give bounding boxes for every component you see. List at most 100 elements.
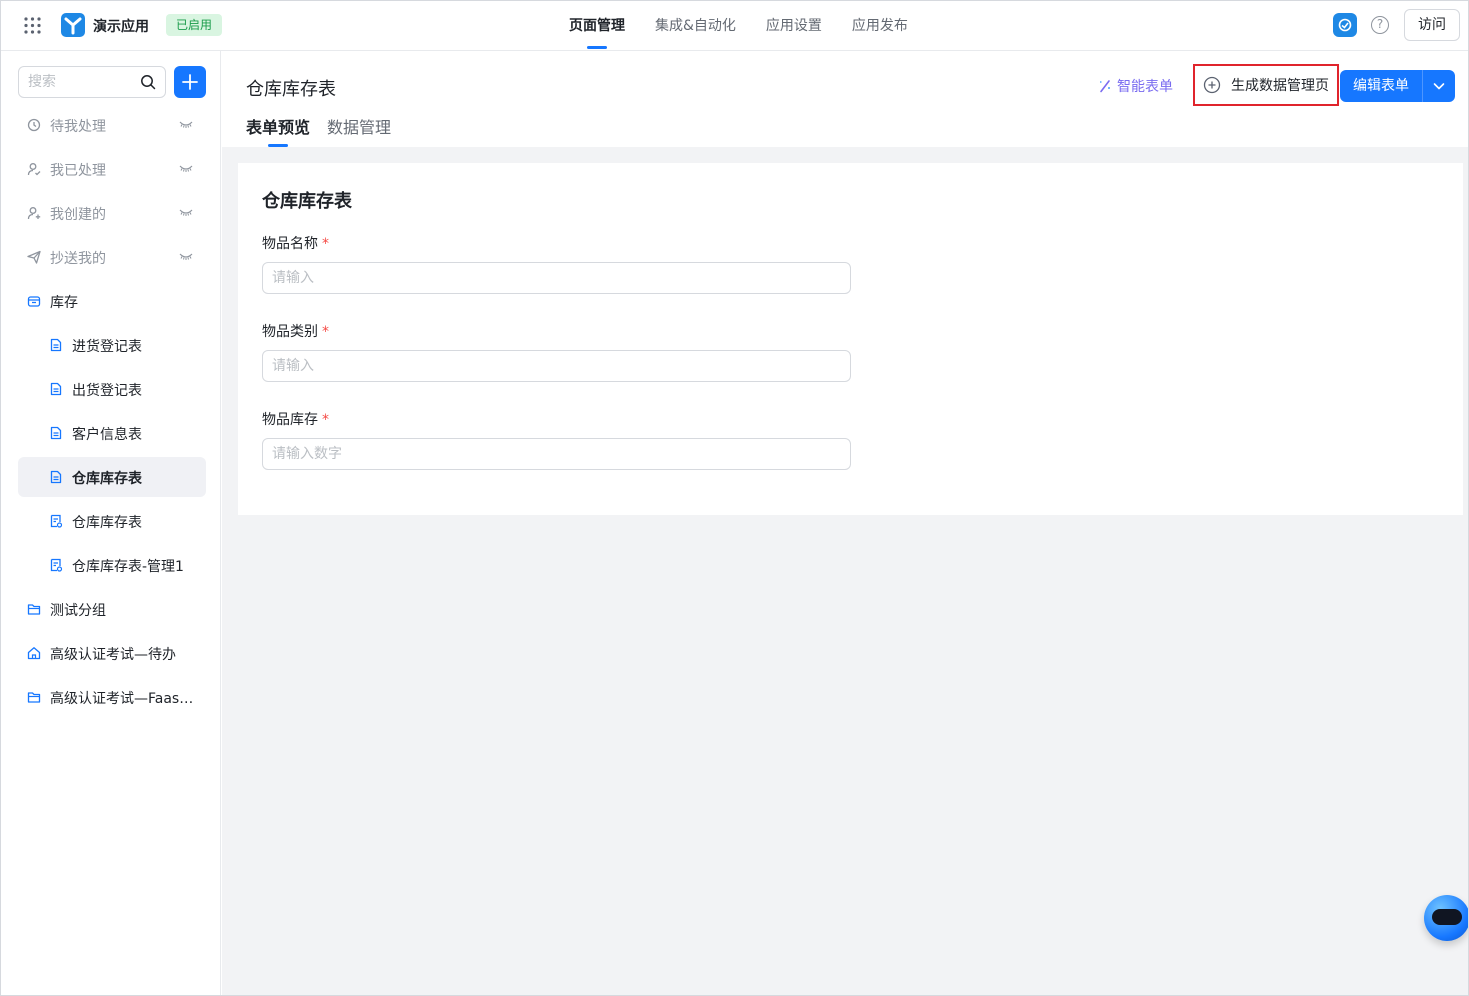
sidebar-item-label: 测试分组 <box>50 603 106 619</box>
form-icon <box>50 338 62 352</box>
visit-button[interactable]: 访问 <box>1404 9 1460 41</box>
edit-form-button-group: 编辑表单 <box>1340 70 1455 102</box>
item-category-field <box>262 350 851 382</box>
form-icon <box>50 382 62 396</box>
sub-tabs: 表单预览 数据管理 <box>246 114 408 147</box>
required-mark: * <box>322 412 329 428</box>
search-input[interactable] <box>19 67 129 97</box>
chat-app-icon[interactable] <box>1333 13 1357 37</box>
sidebar-item-warehouse-form[interactable]: 仓库库存表 <box>18 457 206 497</box>
assistant-bot-face <box>1432 909 1462 925</box>
eye-off-icon[interactable] <box>179 120 193 130</box>
top-nav: 页面管理 集成&自动化 应用设置 应用发布 <box>554 1 923 51</box>
home-icon <box>27 647 41 660</box>
edit-form-button[interactable]: 编辑表单 <box>1340 70 1422 102</box>
sidebar-item-label: 我创建的 <box>50 207 106 223</box>
page-header: 仓库库存表 智能表单 生成数据管理页 编辑表单 表单预览 数据管理 <box>222 51 1468 147</box>
sidebar-item-label: 出货登记表 <box>72 383 142 399</box>
item-name-input[interactable] <box>263 263 850 293</box>
form-icon <box>50 426 62 440</box>
generate-data-management-page-button[interactable]: 生成数据管理页 <box>1193 64 1339 106</box>
item-name-field <box>262 262 851 294</box>
field-label-item-stock: 物品库存 * <box>262 409 329 429</box>
sidebar-item-label: 客户信息表 <box>72 427 142 443</box>
sidebar-item-label: 仓库库存表 <box>72 515 142 531</box>
search-box <box>18 66 166 98</box>
sidebar-item-shipment-form[interactable]: 出货登记表 <box>18 369 206 409</box>
eye-off-icon[interactable] <box>179 164 193 174</box>
field-label-item-name: 物品名称 * <box>262 233 329 253</box>
sidebar: 待我处理 我已处理 我创建的 抄送我的 <box>1 51 221 995</box>
required-mark: * <box>322 236 329 252</box>
tab-app-publish[interactable]: 应用发布 <box>837 1 923 51</box>
field-label-text: 物品类别 <box>262 324 318 340</box>
field-label-text: 物品库存 <box>262 412 318 428</box>
help-icon[interactable]: ? <box>1371 16 1389 34</box>
item-stock-field <box>262 438 851 470</box>
form-title: 仓库库存表 <box>262 191 352 212</box>
sidebar-item-pending[interactable]: 待我处理 <box>18 105 206 145</box>
sidebar-item-created[interactable]: 我创建的 <box>18 193 206 233</box>
sidebar-item-purchase-form[interactable]: 进货登记表 <box>18 325 206 365</box>
app-name: 演示应用 <box>93 19 149 35</box>
plus-circle-icon <box>1203 76 1221 94</box>
item-stock-input[interactable] <box>263 439 850 469</box>
status-badge: 已启用 <box>166 14 223 36</box>
sidebar-item-processed[interactable]: 我已处理 <box>18 149 206 189</box>
page-title: 仓库库存表 <box>246 79 336 100</box>
sidebar-item-cc[interactable]: 抄送我的 <box>18 237 206 277</box>
sidebar-item-exam-todo[interactable]: 高级认证考试—待办 <box>18 633 206 673</box>
report-icon <box>50 558 63 572</box>
sidebar-nav: 待我处理 我已处理 我创建的 抄送我的 库存 进货登记表 出货登记表 客户信息表… <box>1 105 221 721</box>
sidebar-item-label: 仓库库存表 <box>72 471 142 487</box>
eye-off-icon[interactable] <box>179 252 193 262</box>
smart-form-link[interactable]: 智能表单 <box>1098 76 1173 96</box>
smart-form-label: 智能表单 <box>1117 79 1173 95</box>
assistant-bot-icon[interactable] <box>1424 895 1468 941</box>
tab-integration-automation[interactable]: 集成&自动化 <box>640 1 751 51</box>
sidebar-item-inventory-group[interactable]: 库存 <box>18 281 206 321</box>
tab-data-management[interactable]: 数据管理 <box>327 114 391 147</box>
folder-icon <box>27 604 41 615</box>
sidebar-item-test-group[interactable]: 测试分组 <box>18 589 206 629</box>
sidebar-item-customer-form[interactable]: 客户信息表 <box>18 413 206 453</box>
plus-icon <box>182 74 198 90</box>
user-plus-icon <box>27 207 41 220</box>
add-page-button[interactable] <box>174 66 206 98</box>
tab-page-management[interactable]: 页面管理 <box>554 1 640 51</box>
app-grid-icon[interactable] <box>24 17 41 34</box>
top-bar: 演示应用 已启用 页面管理 集成&自动化 应用设置 应用发布 ? 访问 <box>1 1 1468 51</box>
sidebar-item-label: 仓库库存表-管理1 <box>72 559 184 575</box>
tab-form-preview[interactable]: 表单预览 <box>246 114 310 147</box>
send-icon <box>27 250 41 264</box>
form-preview-card: 仓库库存表 物品名称* 物品类别* 物品库存* <box>238 163 1463 515</box>
field-label-item-category: 物品类别 * <box>262 321 329 341</box>
field-label-text: 物品名称 <box>262 236 318 252</box>
box-icon <box>27 296 41 307</box>
sidebar-item-label: 库存 <box>50 295 78 311</box>
item-category-input[interactable] <box>263 351 850 381</box>
eye-off-icon[interactable] <box>179 208 193 218</box>
sidebar-item-label: 进货登记表 <box>72 339 142 355</box>
sidebar-item-label: 我已处理 <box>50 163 106 179</box>
sidebar-item-exam-faas[interactable]: 高级认证考试—Faas… <box>18 677 206 717</box>
magic-wand-icon <box>1100 80 1110 93</box>
search-icon[interactable] <box>140 74 156 90</box>
chevron-down-icon <box>1433 83 1445 90</box>
required-mark: * <box>322 324 329 340</box>
sidebar-item-label: 高级认证考试—待办 <box>50 647 176 663</box>
folder-icon <box>27 692 41 703</box>
sidebar-item-label: 抄送我的 <box>50 251 106 267</box>
sidebar-item-label: 高级认证考试—Faas… <box>50 691 194 707</box>
sidebar-item-warehouse-management[interactable]: 仓库库存表-管理1 <box>18 545 206 585</box>
generate-button-label: 生成数据管理页 <box>1231 78 1329 94</box>
form-icon <box>50 470 62 484</box>
clock-icon <box>27 118 41 132</box>
app-logo-icon <box>61 13 85 37</box>
tab-app-settings[interactable]: 应用设置 <box>751 1 837 51</box>
user-check-icon <box>27 163 41 176</box>
app-window: 演示应用 已启用 页面管理 集成&自动化 应用设置 应用发布 ? 访问 搜索 待… <box>0 0 1469 996</box>
sidebar-item-label: 待我处理 <box>50 119 106 135</box>
sidebar-item-warehouse-report[interactable]: 仓库库存表 <box>18 501 206 541</box>
edit-form-dropdown-button[interactable] <box>1422 70 1455 102</box>
